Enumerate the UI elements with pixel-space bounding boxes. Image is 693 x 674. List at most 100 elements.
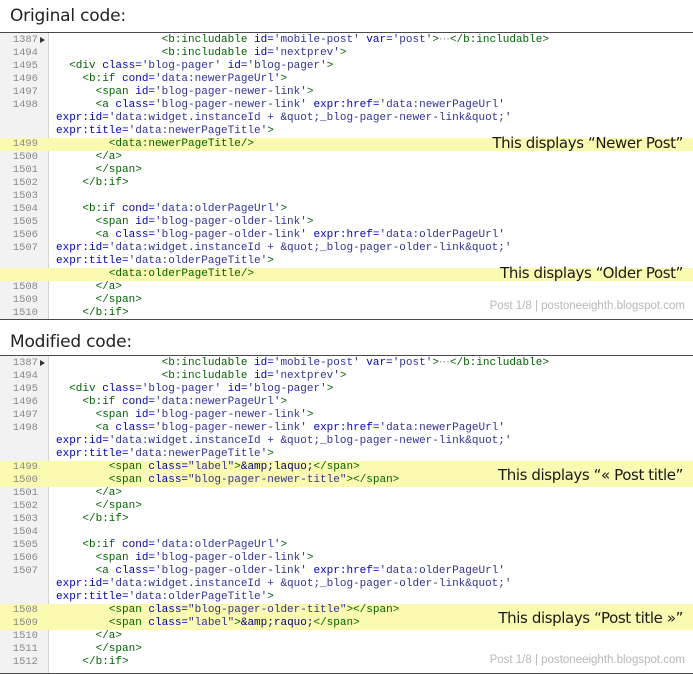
code-token: </a> [95, 630, 123, 642]
code-text: <span class="blog-pager-newer-title"></s… [56, 474, 399, 487]
code-text: expr:title='data:olderPageTitle'> [56, 591, 274, 604]
line-number: 1387 [12, 357, 38, 369]
code-token: 'post' [392, 34, 433, 46]
code-text: </span> [56, 294, 142, 307]
code-token: 'blog-pager-older-link' [155, 552, 307, 564]
code-token: id= [254, 370, 274, 382]
fold-arrow-icon[interactable] [40, 37, 45, 43]
code-token: expr:id= [56, 435, 109, 447]
code-line: 1494 <b:includable id='nextprev'> [0, 370, 693, 383]
code-token: expr:title= [56, 125, 129, 137]
code-token: > [326, 383, 334, 395]
line-number: 1498 [12, 422, 38, 434]
code-token: 'blog-pager-older-link' [155, 565, 307, 577]
code-token: 'data:olderPageUrl' [379, 565, 505, 577]
line-number: 1504 [12, 203, 38, 215]
fold-arrow-icon[interactable] [40, 360, 45, 366]
code-token: </span> [313, 461, 360, 473]
code-token: 'blog-pager' [247, 383, 327, 395]
code-token: <b:includable [161, 357, 255, 369]
code-token: 'nextprev' [273, 47, 340, 59]
code-line: 1505 <b:if cond='data:olderPageUrl'> [0, 539, 693, 552]
code-token: 'data:newerPageTitle' [128, 125, 268, 137]
code-token: class= [102, 383, 142, 395]
code-text: <span class="label">&amp;laquo;</span> [56, 461, 360, 474]
code-token: </b:includable> [449, 34, 549, 46]
code-token: id= [254, 34, 274, 46]
code-token: expr:href= [313, 99, 380, 111]
line-number: 1496 [12, 73, 38, 85]
code-token: expr:id= [56, 578, 109, 590]
line-number: 1504 [12, 526, 38, 538]
code-token: id= [254, 47, 274, 59]
line-number: 1499 [12, 138, 38, 150]
code-token: var= [366, 34, 393, 46]
code-token: 'blog-pager-newer-link' [155, 422, 307, 434]
code-token: <b:includable [161, 47, 255, 59]
code-token: 'data:widget.instanceId + &quot;_blog-pa… [108, 242, 512, 254]
code-token: <data:olderPageTitle/> [108, 268, 255, 280]
code-token: class= [148, 617, 189, 629]
code-token: "blog-pager-older-title" [188, 604, 347, 616]
code-text: expr:title='data:newerPageTitle'> [56, 448, 274, 461]
code-token: 'post' [392, 357, 433, 369]
code-token: </a> [95, 151, 123, 163]
code-line: 1508 </a> [0, 281, 693, 294]
code-token: class= [115, 99, 156, 111]
code-text: <a class='blog-pager-newer-link' expr:hr… [56, 422, 505, 435]
code-token: 'blog-pager-newer-link' [155, 409, 307, 421]
code-token: <span [95, 86, 136, 98]
code-token: 'data:widget.instanceId + &quot;_blog-pa… [108, 112, 512, 124]
code-text: expr:title='data:newerPageTitle'> [56, 125, 274, 138]
code-text: <b:if cond='data:newerPageUrl'> [56, 396, 287, 409]
code-token: id= [135, 216, 156, 228]
code-token: cond= [122, 539, 156, 551]
code-token: 'data:olderPageUrl' [155, 203, 281, 215]
code-token: ⋯ [438, 357, 450, 369]
modified-code-panel: 1387 <b:includable id='mobile-post' var=… [0, 355, 693, 674]
code-line: 1506 <a class='blog-pager-older-link' ex… [0, 229, 693, 242]
code-line: 1502 </span> [0, 500, 693, 513]
code-line: 1501 </span> [0, 164, 693, 177]
code-token: </a> [95, 487, 123, 499]
line-number: 1508 [12, 281, 38, 293]
code-token: expr:href= [313, 565, 380, 577]
code-token: class= [148, 474, 189, 486]
line-number: 1510 [12, 307, 38, 319]
code-token: id= [135, 86, 156, 98]
code-token: class= [115, 422, 156, 434]
line-number: 1500 [12, 474, 38, 486]
blog-watermark: Post 1/8 | postoneeighth.blogspot.com [489, 654, 685, 666]
code-text: <a class='blog-pager-newer-link' expr:hr… [56, 99, 505, 112]
line-number: 1512 [12, 656, 38, 668]
code-token: > [306, 216, 314, 228]
code-token: > [234, 461, 241, 473]
code-text: expr:title='data:olderPageTitle'> [56, 255, 274, 268]
code-text: </b:if> [56, 656, 128, 669]
code-line: expr:id='data:widget.instanceId + &quot;… [0, 435, 693, 448]
code-token: 'blog-pager-newer-link' [155, 99, 307, 111]
modified-code-heading: Modified code: [10, 332, 132, 352]
code-token: > [267, 448, 274, 460]
code-line: expr:title='data:olderPageTitle'> [0, 591, 693, 604]
code-line: expr:id='data:widget.instanceId + &quot;… [0, 578, 693, 591]
code-token: </b:if> [82, 177, 129, 189]
code-token: expr:title= [56, 255, 129, 267]
code-text: <b:includable id='mobile-post' var='post… [56, 34, 549, 47]
code-token: class= [102, 60, 142, 72]
code-line: 1496 <b:if cond='data:newerPageUrl'> [0, 396, 693, 409]
code-token: <a [95, 229, 116, 241]
code-text: </a> [56, 487, 122, 500]
code-token: id= [135, 552, 156, 564]
code-line: 1507 <a class='blog-pager-older-link' ex… [0, 565, 693, 578]
code-token: 'data:widget.instanceId + &quot;_blog-pa… [108, 435, 512, 447]
code-text: <span id='blog-pager-newer-link'> [56, 86, 314, 99]
